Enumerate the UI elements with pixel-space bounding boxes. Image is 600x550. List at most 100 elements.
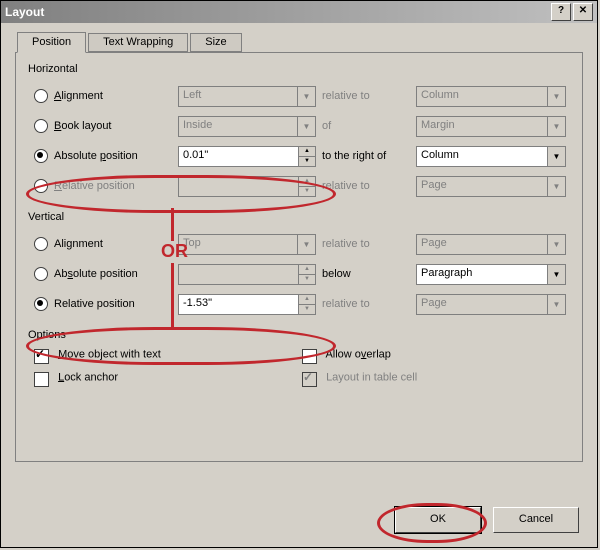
checkbox-tablecell xyxy=(302,372,317,387)
label-v-alignment-rel: relative to xyxy=(322,238,412,250)
group-horizontal: Horizontal Alignment Left ▼ relative to … xyxy=(28,63,570,201)
radio-h-book[interactable] xyxy=(34,119,48,133)
group-vertical: Vertical Alignment Top ▼ relative to Pag… xyxy=(28,211,570,319)
combo-h-absolute-rel[interactable]: Column ▼ xyxy=(416,146,566,167)
tab-pane-position: Horizontal Alignment Left ▼ relative to … xyxy=(15,52,583,462)
label-h-relative-rel: relative to xyxy=(322,180,412,192)
label-h-alignment: Alignment xyxy=(54,90,174,102)
chevron-down-icon[interactable]: ▼ xyxy=(298,116,316,137)
combo-v-alignment-rel-value: Page xyxy=(416,234,548,255)
spin-down-icon[interactable]: ▼ xyxy=(299,275,316,285)
spin-up-icon[interactable]: ▲ xyxy=(299,294,316,305)
label-h-absolute-rel: to the right of xyxy=(322,150,412,162)
spin-up-icon[interactable]: ▲ xyxy=(299,264,316,275)
tab-size[interactable]: Size xyxy=(190,33,241,52)
spin-down-icon[interactable]: ▼ xyxy=(299,187,316,197)
spinner-v-relative[interactable]: -1.53" ▲ ▼ xyxy=(178,294,316,315)
spin-down-icon[interactable]: ▼ xyxy=(299,305,316,315)
dialog-buttons: OK Cancel xyxy=(395,507,579,533)
combo-h-book[interactable]: Inside ▼ xyxy=(178,116,316,137)
combo-h-relative-rel-value: Page xyxy=(416,176,548,197)
combo-v-alignment-rel[interactable]: Page ▼ xyxy=(416,234,566,255)
spinner-v-absolute-value[interactable] xyxy=(178,264,299,285)
chevron-down-icon[interactable]: ▼ xyxy=(548,294,566,315)
spinner-v-absolute[interactable]: ▲ ▼ xyxy=(178,264,316,285)
chevron-down-icon[interactable]: ▼ xyxy=(548,176,566,197)
combo-v-relative-rel-value: Page xyxy=(416,294,548,315)
window-title: Layout xyxy=(5,5,44,19)
checkbox-overlap[interactable] xyxy=(302,349,317,364)
close-button[interactable]: ✕ xyxy=(573,3,593,21)
spinner-h-absolute-value[interactable]: 0.01" xyxy=(178,146,299,167)
row-h-absolute: Absolute position 0.01" ▲ ▼ to the right… xyxy=(28,141,570,171)
group-options-label: Options xyxy=(28,329,570,341)
chevron-down-icon[interactable]: ▼ xyxy=(548,146,566,167)
ok-button[interactable]: OK xyxy=(395,507,481,533)
label-v-relative-rel: relative to xyxy=(322,298,412,310)
combo-h-book-rel[interactable]: Margin ▼ xyxy=(416,116,566,137)
spinner-v-relative-value[interactable]: -1.53" xyxy=(178,294,299,315)
label-h-relative: Relative position xyxy=(54,180,174,192)
dialog-client: Position Text Wrapping Size Horizontal A… xyxy=(1,23,597,547)
titlebar: Layout ? ✕ xyxy=(1,1,597,23)
row-v-relative: Relative position -1.53" ▲ ▼ relative to… xyxy=(28,289,570,319)
group-options: Options Move object with text Allow over… xyxy=(28,329,570,385)
radio-v-absolute[interactable] xyxy=(34,267,48,281)
combo-v-relative-rel[interactable]: Page ▼ xyxy=(416,294,566,315)
row-v-absolute: Absolute position ▲ ▼ below Paragraph ▼ xyxy=(28,259,570,289)
layout-dialog: Layout ? ✕ Position Text Wrapping Size H… xyxy=(0,0,598,548)
combo-v-alignment-value: Top xyxy=(178,234,298,255)
chevron-down-icon[interactable]: ▼ xyxy=(298,234,316,255)
checkbox-lock[interactable] xyxy=(34,372,49,387)
opt-overlap[interactable]: Allow overlap xyxy=(302,347,570,362)
combo-h-relative-rel[interactable]: Page ▼ xyxy=(416,176,566,197)
spin-down-icon[interactable]: ▼ xyxy=(299,157,316,167)
label-v-absolute: Absolute position xyxy=(54,268,174,280)
help-button[interactable]: ? xyxy=(551,3,571,21)
opt-move[interactable]: Move object with text xyxy=(34,347,302,362)
combo-h-alignment[interactable]: Left ▼ xyxy=(178,86,316,107)
spinner-h-relative-value[interactable] xyxy=(178,176,299,197)
radio-h-absolute[interactable] xyxy=(34,149,48,163)
spinner-h-absolute[interactable]: 0.01" ▲ ▼ xyxy=(178,146,316,167)
spin-up-icon[interactable]: ▲ xyxy=(299,146,316,157)
label-v-alignment: Alignment xyxy=(54,238,174,250)
label-h-absolute: Absolute position xyxy=(54,150,174,162)
chevron-down-icon[interactable]: ▼ xyxy=(548,116,566,137)
combo-h-alignment-value: Left xyxy=(178,86,298,107)
group-vertical-label: Vertical xyxy=(28,211,570,223)
opt-lock[interactable]: Lock anchor xyxy=(34,370,302,385)
spin-up-icon[interactable]: ▲ xyxy=(299,176,316,187)
label-h-alignment-rel: relative to xyxy=(322,90,412,102)
chevron-down-icon[interactable]: ▼ xyxy=(298,86,316,107)
combo-h-alignment-rel-value: Column xyxy=(416,86,548,107)
radio-v-alignment[interactable] xyxy=(34,237,48,251)
tab-position[interactable]: Position xyxy=(17,32,86,53)
label-v-absolute-rel: below xyxy=(322,268,412,280)
chevron-down-icon[interactable]: ▼ xyxy=(548,234,566,255)
label-tablecell: Layout in table cell xyxy=(326,371,417,383)
checkbox-move[interactable] xyxy=(34,349,49,364)
combo-h-book-value: Inside xyxy=(178,116,298,137)
label-lock: Lock anchor xyxy=(58,371,118,383)
chevron-down-icon[interactable]: ▼ xyxy=(548,264,566,285)
radio-h-relative[interactable] xyxy=(34,179,48,193)
tabs: Position Text Wrapping Size xyxy=(17,31,583,52)
row-h-alignment: Alignment Left ▼ relative to Column ▼ xyxy=(28,81,570,111)
radio-v-relative[interactable] xyxy=(34,297,48,311)
radio-h-alignment[interactable] xyxy=(34,89,48,103)
row-h-book: Book layout Inside ▼ of Margin ▼ xyxy=(28,111,570,141)
combo-h-alignment-rel[interactable]: Column ▼ xyxy=(416,86,566,107)
tab-text-wrapping[interactable]: Text Wrapping xyxy=(88,33,188,52)
combo-v-alignment[interactable]: Top ▼ xyxy=(178,234,316,255)
cancel-button[interactable]: Cancel xyxy=(493,507,579,533)
chevron-down-icon[interactable]: ▼ xyxy=(548,86,566,107)
titlebar-buttons: ? ✕ xyxy=(549,3,593,21)
combo-v-absolute-rel[interactable]: Paragraph ▼ xyxy=(416,264,566,285)
combo-h-absolute-rel-value: Column xyxy=(416,146,548,167)
label-v-relative: Relative position xyxy=(54,298,174,310)
combo-h-book-rel-value: Margin xyxy=(416,116,548,137)
label-overlap: Allow overlap xyxy=(325,348,390,360)
spinner-h-relative[interactable]: ▲ ▼ xyxy=(178,176,316,197)
group-horizontal-label: Horizontal xyxy=(28,63,570,75)
